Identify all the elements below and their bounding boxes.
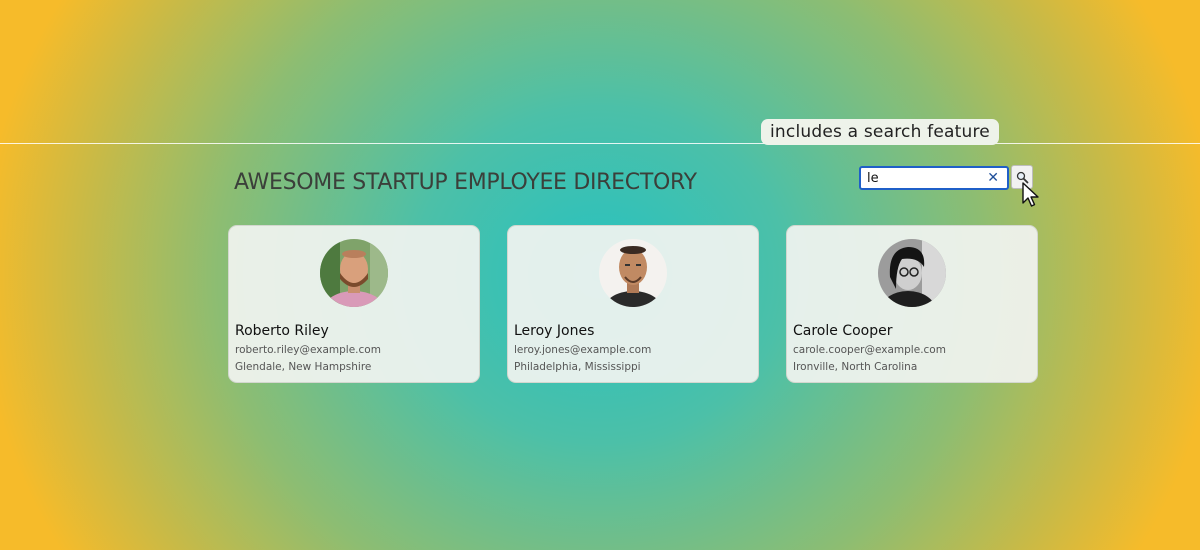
employee-location: Philadelphia, Mississippi <box>514 361 641 373</box>
feature-caption: includes a search feature <box>761 119 999 145</box>
employee-location: Ironville, North Carolina <box>793 361 918 373</box>
search-input[interactable] <box>867 169 975 187</box>
avatar <box>599 239 667 307</box>
employee-location: Glendale, New Hampshire <box>235 361 372 373</box>
search-box[interactable]: ✕ <box>859 166 1009 190</box>
clear-search-icon[interactable]: ✕ <box>987 169 999 187</box>
employee-card[interactable]: Carole Cooper carole.cooper@example.com … <box>786 225 1038 383</box>
employee-name: Roberto Riley <box>235 323 329 339</box>
employee-card[interactable]: Roberto Riley roberto.riley@example.com … <box>228 225 480 383</box>
employee-email: roberto.riley@example.com <box>235 344 381 356</box>
page-title: AWESOME STARTUP EMPLOYEE DIRECTORY <box>234 170 697 195</box>
employee-name: Carole Cooper <box>793 323 893 339</box>
mouse-pointer-icon <box>1022 182 1039 207</box>
avatar <box>878 239 946 307</box>
employee-email: carole.cooper@example.com <box>793 344 946 356</box>
employee-email: leroy.jones@example.com <box>514 344 652 356</box>
employee-name: Leroy Jones <box>514 323 595 339</box>
horizontal-rule <box>0 143 1200 144</box>
employee-card[interactable]: Leroy Jones leroy.jones@example.com Phil… <box>507 225 759 383</box>
avatar <box>320 239 388 307</box>
